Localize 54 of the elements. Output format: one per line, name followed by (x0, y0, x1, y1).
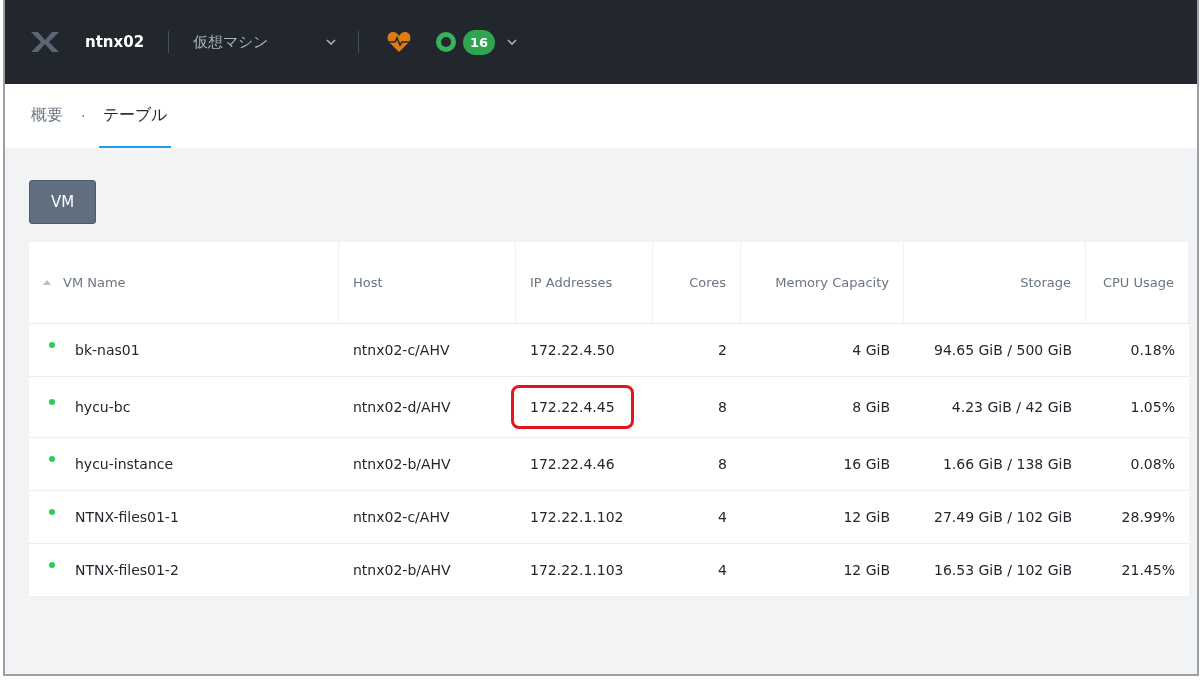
cores-cell-text: 4 (718, 561, 727, 580)
status-ring-icon[interactable] (435, 31, 458, 53)
cpu-usage-cell-text: 1.05% (1130, 398, 1175, 417)
cores-cell-text: 8 (718, 455, 727, 474)
ip-address-cell: 172.22.4.45 (514, 388, 631, 426)
ip-address-cell-text: 172.22.1.103 (530, 561, 624, 580)
storage-cell-text: 4.23 GiB / 42 GiB (951, 398, 1072, 417)
column-header[interactable]: Memory Capacity (741, 242, 904, 323)
vm-button[interactable]: VM (29, 180, 96, 224)
vm-name-cell-text: bk-nas01 (75, 341, 140, 360)
host-cell-text: ntnx02-d/AHV (353, 398, 451, 417)
ip-address-cell-text: 172.22.1.102 (530, 508, 624, 527)
cpu-usage-cell-text: 28.99% (1121, 508, 1175, 527)
cores-cell-text: 2 (718, 341, 727, 360)
sort-ascending-icon (43, 280, 51, 285)
vm-name-cell-text: NTNX-files01-2 (75, 561, 179, 580)
chevron-down-icon (326, 39, 337, 45)
storage-cell-text: 27.49 GiB / 102 GiB (934, 508, 1072, 527)
view-tab[interactable]: テーブル (99, 84, 172, 148)
cpu-usage-cell-text: 0.08% (1130, 455, 1175, 474)
vm-name-cell-text: NTNX-files01-1 (75, 508, 179, 527)
column-header[interactable]: CPU Usage (1086, 242, 1189, 323)
ip-address-cell-text: 172.22.4.46 (530, 455, 615, 474)
cpu-usage-cell-text: 0.18% (1130, 341, 1175, 360)
vm-name-cell-text: hycu-bc (75, 398, 131, 417)
ip-address-cell-text: 172.22.4.50 (530, 341, 615, 360)
storage-cell-text: 94.65 GiB / 500 GiB (934, 341, 1072, 360)
storage-cell-text: 16.53 GiB / 102 GiB (934, 561, 1072, 580)
column-header[interactable]: Storage (904, 242, 1086, 323)
memory-cell-text: 12 GiB (843, 561, 890, 580)
host-cell-text: ntnx02-c/AHV (353, 341, 450, 360)
memory-cell-text: 16 GiB (843, 455, 890, 474)
memory-cell-text: 4 GiB (852, 341, 890, 360)
view-tab[interactable]: 概要 (27, 84, 67, 148)
cores-cell-text: 8 (718, 398, 727, 417)
memory-cell-text: 8 GiB (852, 398, 890, 417)
section-dropdown[interactable]: 仮想マシン (193, 32, 337, 52)
host-cell-text: ntnx02-b/AHV (353, 455, 451, 474)
column-header[interactable]: Cores (653, 242, 741, 323)
host-cell-text: ntnx02-c/AHV (353, 508, 450, 527)
cores-cell-text: 4 (718, 508, 727, 527)
cpu-usage-cell-text: 21.45% (1121, 561, 1175, 580)
host-cell-text: ntnx02-b/AHV (353, 561, 451, 580)
x-logo-icon[interactable] (31, 32, 59, 52)
cluster-name: ntnx02 (85, 33, 145, 51)
column-header[interactable]: VM Name (29, 242, 339, 323)
memory-cell-text: 12 GiB (843, 508, 890, 527)
column-header[interactable]: IP Addresses (516, 242, 653, 323)
storage-cell-text: 1.66 GiB / 138 GiB (942, 455, 1072, 474)
chevron-down-icon (507, 39, 518, 45)
vm-name-cell-text: hycu-instance (75, 455, 174, 474)
column-header[interactable]: Host (339, 242, 516, 323)
tab-separator: · (80, 107, 87, 126)
health-heart-icon[interactable] (387, 31, 412, 53)
